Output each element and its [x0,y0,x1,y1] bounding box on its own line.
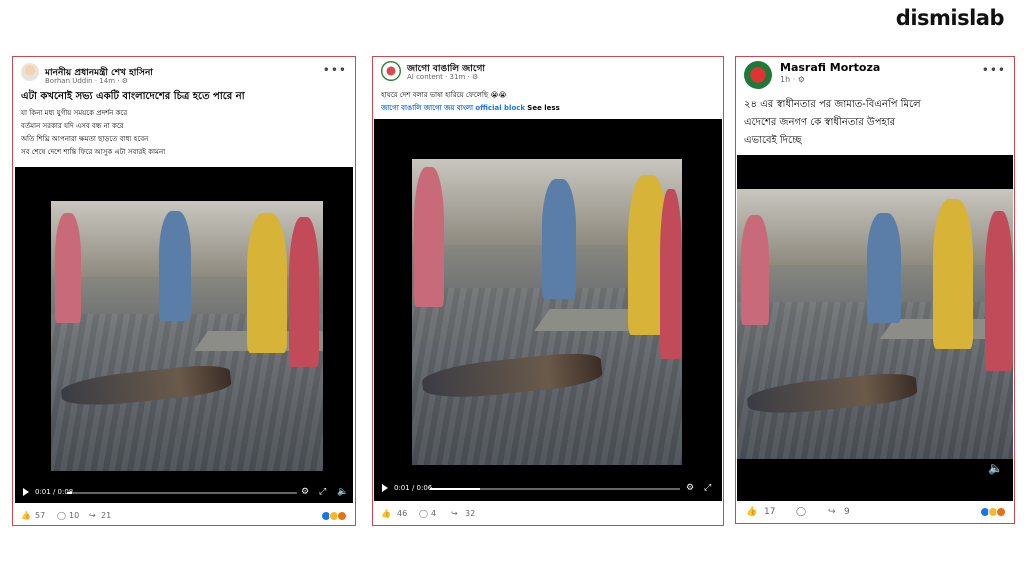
post-meta: AI content · 31m · ⚙ [407,73,479,81]
fullscreen-icon[interactable]: ⤢ [704,483,711,493]
comment-count: 4 [431,509,437,518]
share-count: 21 [101,511,112,520]
comment-count: 10 [69,511,80,520]
post-line: এদেশের জনগণ কে স্বাধীনতার উপহার [744,117,896,128]
reaction-icons[interactable] [980,507,1006,520]
post-line: যা কিনা মধ্য যুগীয় সময়কে প্রদর্শন করে [21,109,128,117]
like-count: 17 [764,507,776,517]
post-header: Masrafi Mortoza 1h · ⚙ ••• [736,57,1014,89]
progress-fill [430,488,480,490]
play-icon[interactable] [382,484,388,492]
settings-icon[interactable]: ⚙ [686,483,694,493]
volume-icon[interactable]: 🔈 [337,487,348,497]
avatar[interactable] [381,61,401,81]
post-line: অতি শিঘ্রি আপনারা ক্ষমতা ছাড়তে বাধ্য হব… [21,135,149,143]
progress-bar[interactable] [430,488,680,490]
post-footer: 👍 17 ◯ ↪ 9 [736,505,1014,521]
post-meta: 1h · ⚙ [780,75,805,84]
avatar[interactable] [21,63,39,81]
post-card-3: Masrafi Mortoza 1h · ⚙ ••• ২৪ এর স্বাধীন… [735,56,1015,524]
avatar[interactable] [744,61,772,89]
video-time: 0:01 / 0:06 [394,484,433,492]
like-icon[interactable]: 👍 [21,511,31,520]
post-footer: 👍 46 ◯ 4 ↪ 32 [373,507,723,523]
video-frame [412,159,682,465]
like-count: 57 [35,511,46,520]
post-card-2: জাগো বাঙালি জাগো AI content · 31m · ⚙ হা… [372,56,724,526]
progress-fill [67,492,72,494]
share-count: 32 [465,509,476,518]
brand-logo: dismislab [895,6,1005,30]
like-count: 46 [397,509,408,518]
video-controls: 0:01 / 0:06 ⚙ ⤢ [374,481,722,497]
comment-icon[interactable]: ◯ [57,511,66,520]
video-player[interactable]: 0:01 / 0:08 ⚙ ⤢ 🔈 [15,167,353,503]
post-line: সব শেষে দেশে শান্তি ফিরে আসুক এটা সবারই … [21,148,166,156]
author-name[interactable]: Masrafi Mortoza [780,61,880,74]
like-icon[interactable]: 👍 [746,507,757,517]
see-less-link[interactable]: See less [527,104,559,112]
like-icon[interactable]: 👍 [381,509,391,518]
post-line: বর্তমান সরকার যদি এসব বন্ধ না করে [21,122,124,130]
tagline-link[interactable]: জাগো বাঙালি জাগো জয় বাংলা [381,104,473,112]
share-icon[interactable]: ↪ [828,507,836,517]
post-header: জাগো বাঙালি জাগো AI content · 31m · ⚙ [373,57,723,87]
post-footer: 👍 57 ◯ 10 ↪ 21 [13,509,355,525]
video-frame [737,189,1013,459]
settings-icon[interactable]: ⚙ [301,487,309,497]
progress-bar[interactable] [67,492,297,494]
video-controls: 0:01 / 0:08 ⚙ ⤢ 🔈 [15,485,353,501]
more-icon[interactable]: ••• [323,63,347,77]
post-line: এভাবেই দিচ্ছে [744,135,802,146]
comment-icon[interactable]: ◯ [419,509,428,518]
tagline-tag[interactable]: official block [475,104,525,112]
share-icon[interactable]: ↪ [451,509,458,518]
fullscreen-icon[interactable]: ⤢ [319,487,326,497]
post-meta: Borhan Uddin · 14m · ⚙ [45,77,128,85]
post-tagline: জাগো বাঙালি জাগো জয় বাংলা official bloc… [381,102,560,114]
video-frame [51,201,323,471]
post-headline: এটা কখনোই সভ্য একটি বাংলাদেশের চিত্র হতে… [21,91,245,102]
video-player[interactable]: 🔈 [737,155,1013,501]
play-icon[interactable] [23,488,29,496]
reaction-icons[interactable] [321,511,347,523]
comment-icon[interactable]: ◯ [796,507,806,517]
volume-icon[interactable]: 🔈 [988,461,1003,475]
post-line: হায়রে দেশ বলার ভাষা হারিয়ে ফেলেছি 😭😭 [381,91,507,99]
share-count: 9 [844,507,850,517]
post-card-1: মাননীয় প্রধানমন্ত্রী শেখ হাসিনা Borhan … [12,56,356,526]
post-header: মাননীয় প্রধানমন্ত্রী শেখ হাসিনা Borhan … [13,57,355,87]
video-player[interactable]: 0:01 / 0:06 ⚙ ⤢ [374,119,722,501]
post-line: ২৪ এর স্বাধীনতার পর জামাত-বিএনপি মিলে [744,99,921,110]
more-icon[interactable]: ••• [982,63,1006,77]
share-icon[interactable]: ↪ [89,511,96,520]
